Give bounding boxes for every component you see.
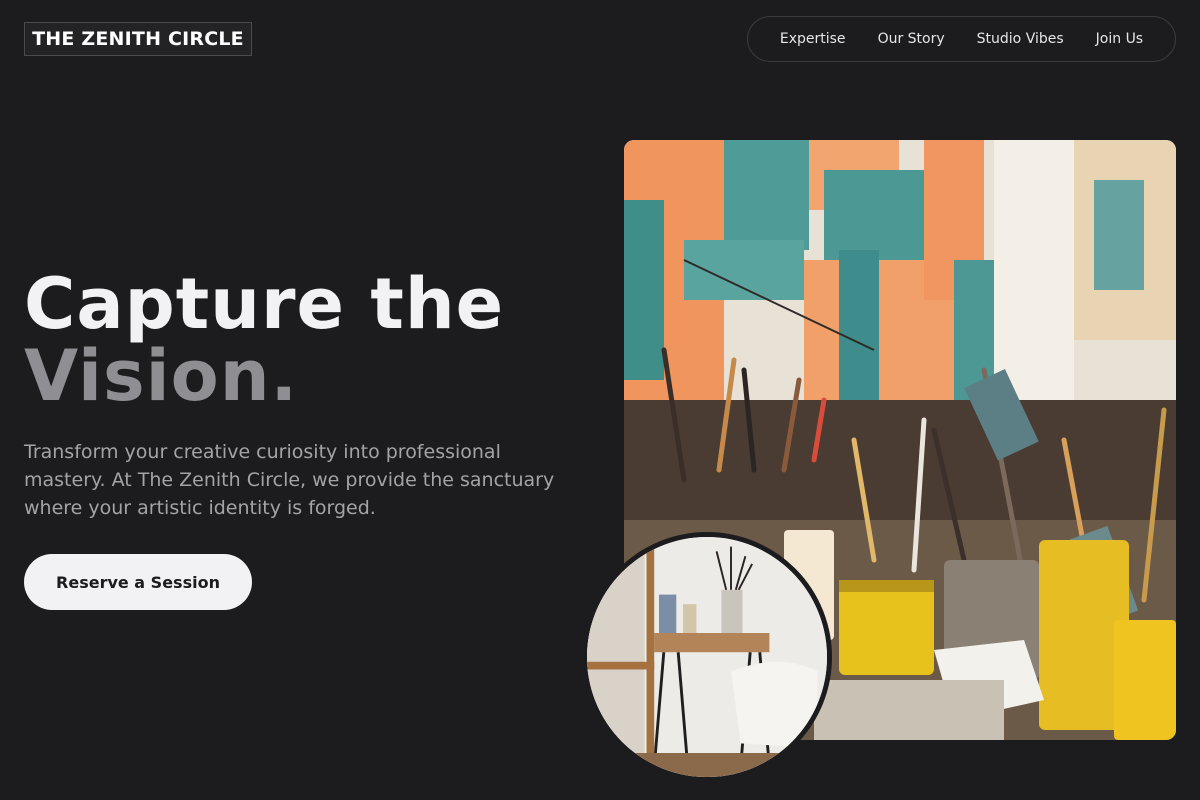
hero-headline: Capture the Vision. <box>24 268 504 412</box>
headline-line-1: Capture the <box>24 263 505 345</box>
reserve-session-button[interactable]: Reserve a Session <box>24 554 252 610</box>
hero-description: Transform your creative curiosity into p… <box>24 441 555 519</box>
nav-item-expertise[interactable]: Expertise <box>764 31 862 47</box>
nav-item-our-story[interactable]: Our Story <box>862 31 961 47</box>
studio-easel-illustration <box>587 537 827 777</box>
brand-name: THE ZENITH CIRCLE <box>32 28 244 50</box>
headline-line-2: Vision. <box>24 335 299 417</box>
nav-item-studio-vibes[interactable]: Studio Vibes <box>961 31 1080 47</box>
main-nav: Expertise Our Story Studio Vibes Join Us <box>747 16 1176 62</box>
studio-easel-image <box>582 532 832 782</box>
nav-item-join-us[interactable]: Join Us <box>1080 31 1159 47</box>
brand-logo[interactable]: THE ZENITH CIRCLE <box>24 22 252 56</box>
